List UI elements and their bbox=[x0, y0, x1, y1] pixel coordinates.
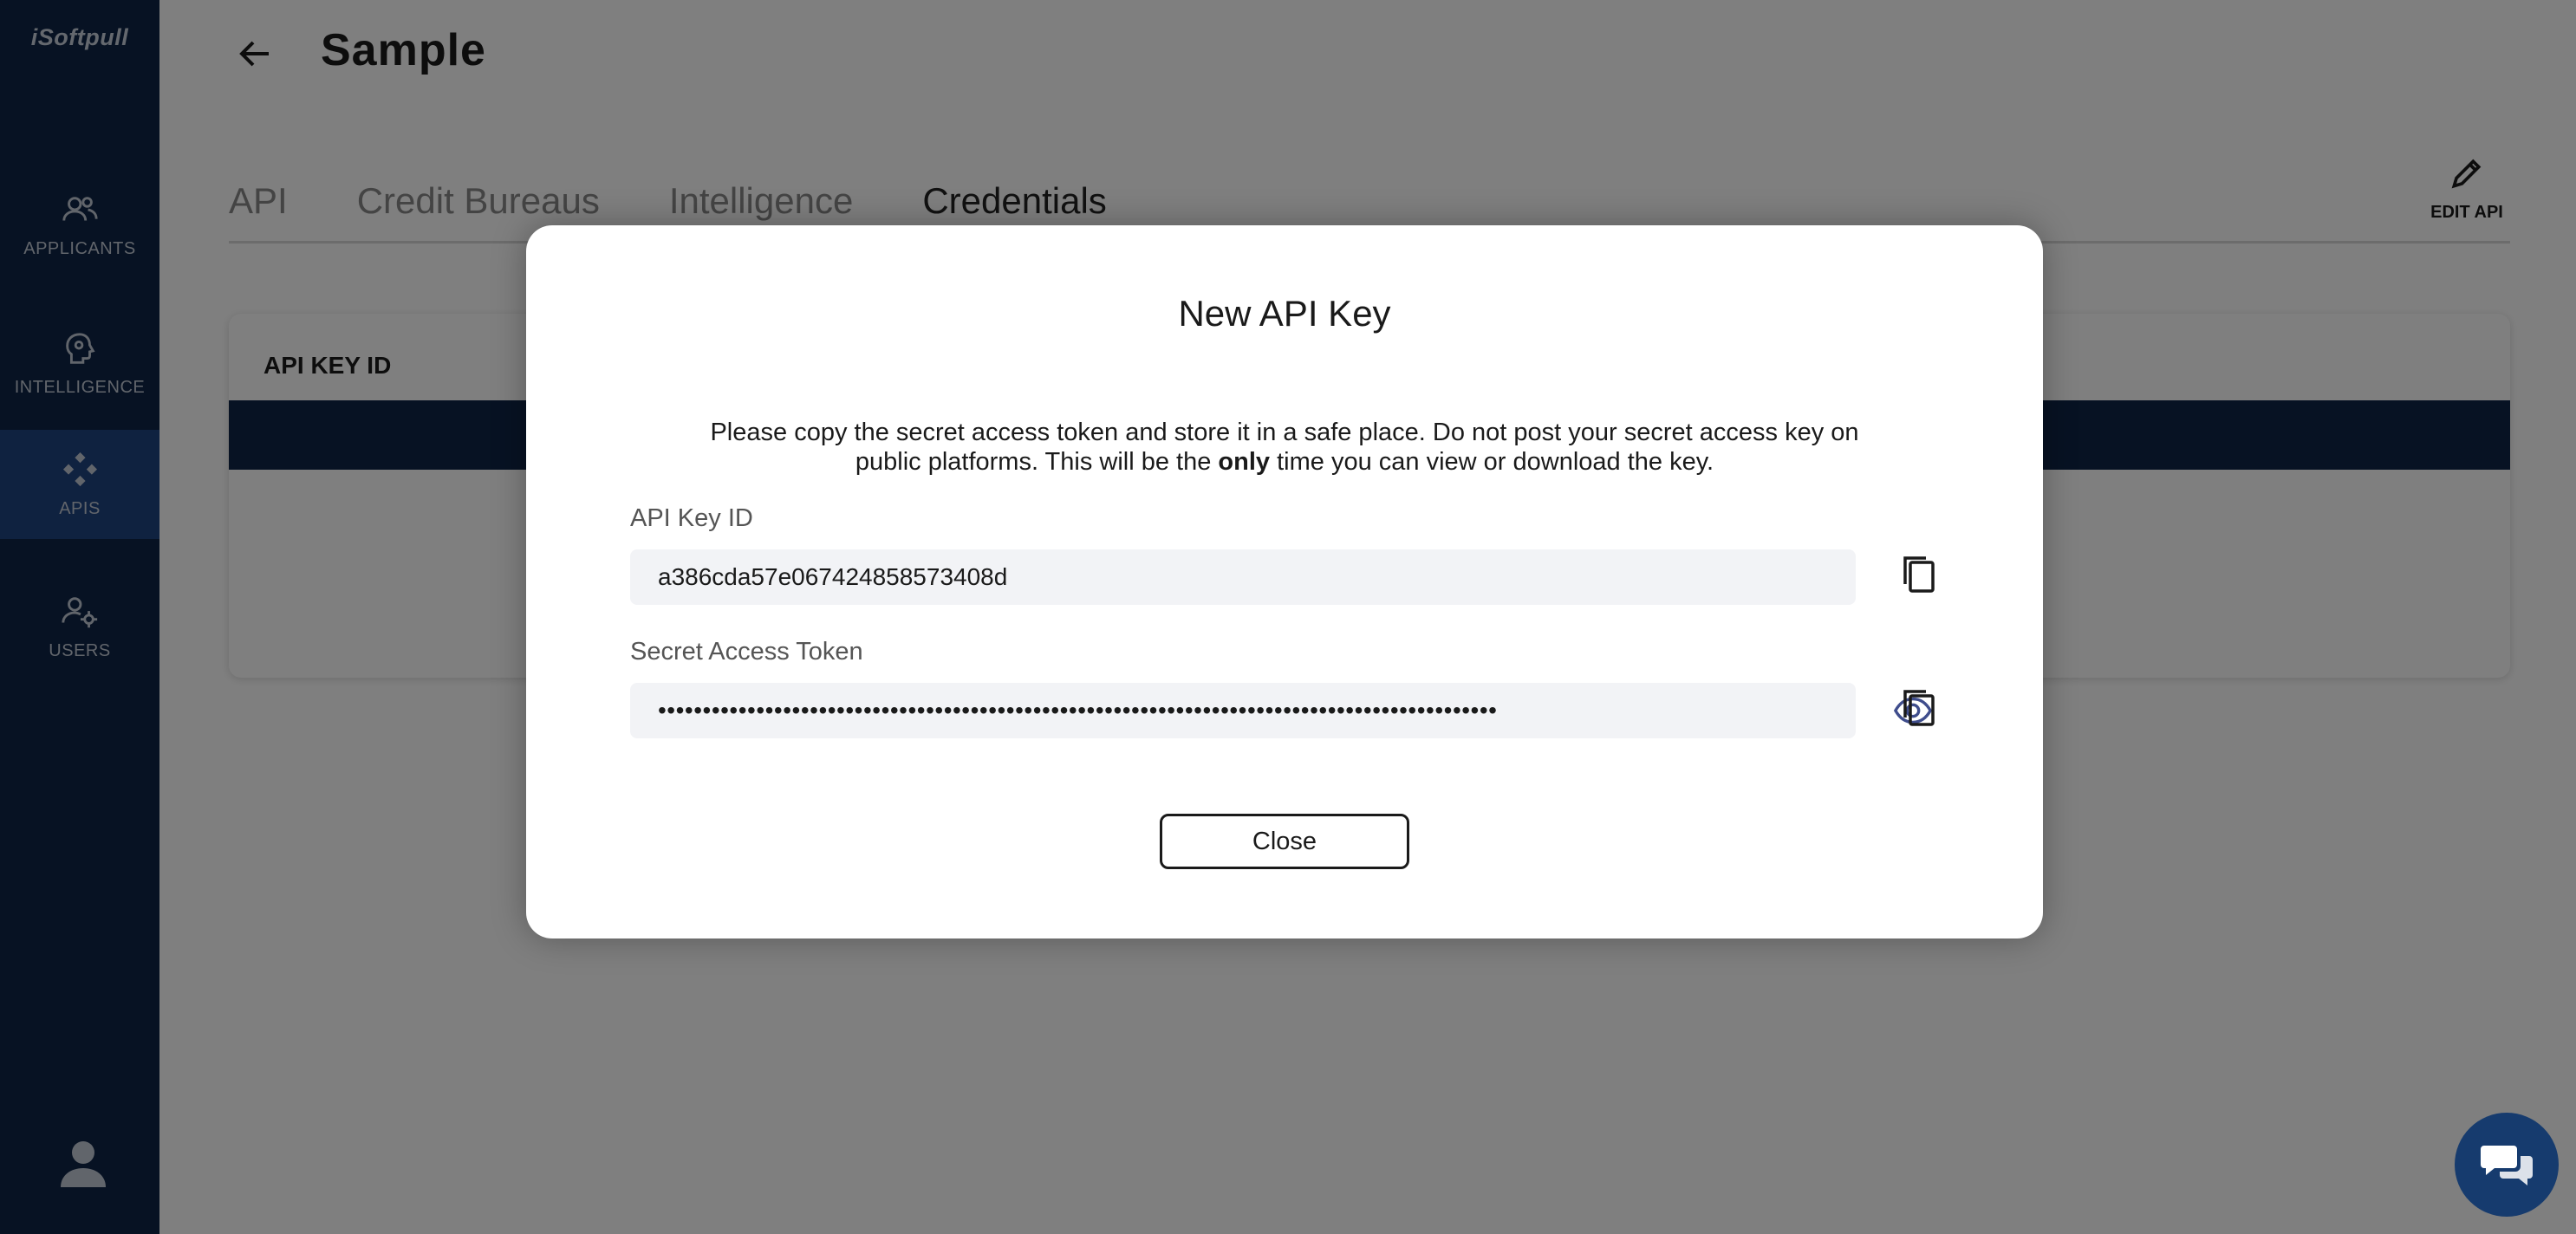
api-key-id-label: API Key ID bbox=[630, 504, 753, 532]
modal-title: New API Key bbox=[1178, 293, 1391, 334]
close-button[interactable]: Close bbox=[1160, 814, 1409, 869]
api-key-id-value: a386cda57e067424858573408d bbox=[658, 563, 1008, 590]
secret-access-token-label: Secret Access Token bbox=[630, 638, 863, 666]
copy-secret-token-icon[interactable] bbox=[1896, 685, 1942, 731]
modal-description-part2: time you can view or download the key. bbox=[1270, 448, 1714, 476]
modal-description-emphasis: only bbox=[1218, 448, 1271, 476]
new-api-key-modal: New API Key Please copy the secret acces… bbox=[526, 225, 2043, 938]
secret-access-token-field[interactable]: ••••••••••••••••••••••••••••••••••••••••… bbox=[630, 683, 1933, 738]
chat-widget-button[interactable] bbox=[2455, 1113, 2559, 1217]
chat-icon bbox=[2481, 1146, 2533, 1185]
modal-description: Please copy the secret access token and … bbox=[699, 418, 1870, 477]
copy-api-key-icon[interactable] bbox=[1896, 551, 1942, 598]
secret-access-token-value: ••••••••••••••••••••••••••••••••••••••••… bbox=[658, 697, 1498, 724]
api-key-id-field[interactable]: a386cda57e067424858573408d bbox=[630, 549, 1856, 605]
